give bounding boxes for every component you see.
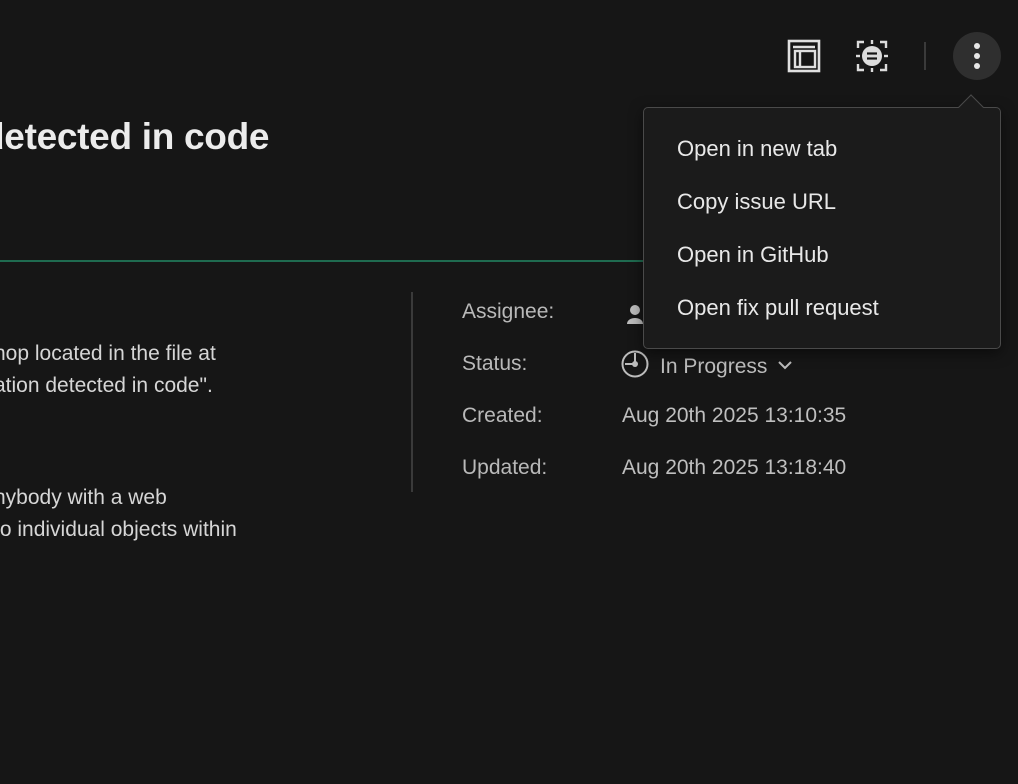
status-value: In Progress: [660, 354, 768, 378]
issue-detail-page: detected in code hop located in the file…: [0, 0, 1018, 784]
description-line: hop located in the file at: [0, 342, 216, 365]
content-divider: [411, 292, 413, 492]
menu-item-copy-url[interactable]: Copy issue URL: [677, 189, 836, 215]
ai-summary-icon[interactable]: [848, 32, 896, 80]
header-underline: [0, 260, 650, 262]
description-paragraph: nybody with a web to individual objects …: [0, 482, 237, 546]
assignee-label: Assignee:: [462, 300, 555, 323]
more-vertical-icon[interactable]: [953, 32, 1001, 80]
menu-item-open-fix-pr[interactable]: Open fix pull request: [677, 295, 879, 321]
description-paragraph: hop located in the file at ation detecte…: [0, 338, 216, 402]
menu-item-open-new-tab[interactable]: Open in new tab: [677, 136, 837, 162]
updated-label: Updated:: [462, 456, 548, 479]
description-line: nybody with a web: [0, 486, 167, 509]
description-line: to individual objects within: [0, 518, 237, 541]
status-dropdown[interactable]: In Progress: [620, 349, 793, 384]
more-actions-menu: Open in new tab Copy issue URL Open in G…: [643, 107, 1001, 349]
page-title: detected in code: [0, 116, 270, 157]
description-line: ation detected in code".: [0, 374, 213, 397]
created-value: Aug 20th 2025 13:10:35: [622, 404, 847, 427]
chevron-down-icon: [777, 358, 793, 376]
panel-layout-icon[interactable]: [780, 32, 828, 80]
menu-item-open-github[interactable]: Open in GitHub: [677, 242, 829, 268]
in-progress-icon: [620, 349, 650, 384]
status-label: Status:: [462, 352, 528, 375]
toolbar-divider: [924, 42, 926, 70]
created-label: Created:: [462, 404, 543, 427]
updated-value: Aug 20th 2025 13:18:40: [622, 456, 847, 479]
